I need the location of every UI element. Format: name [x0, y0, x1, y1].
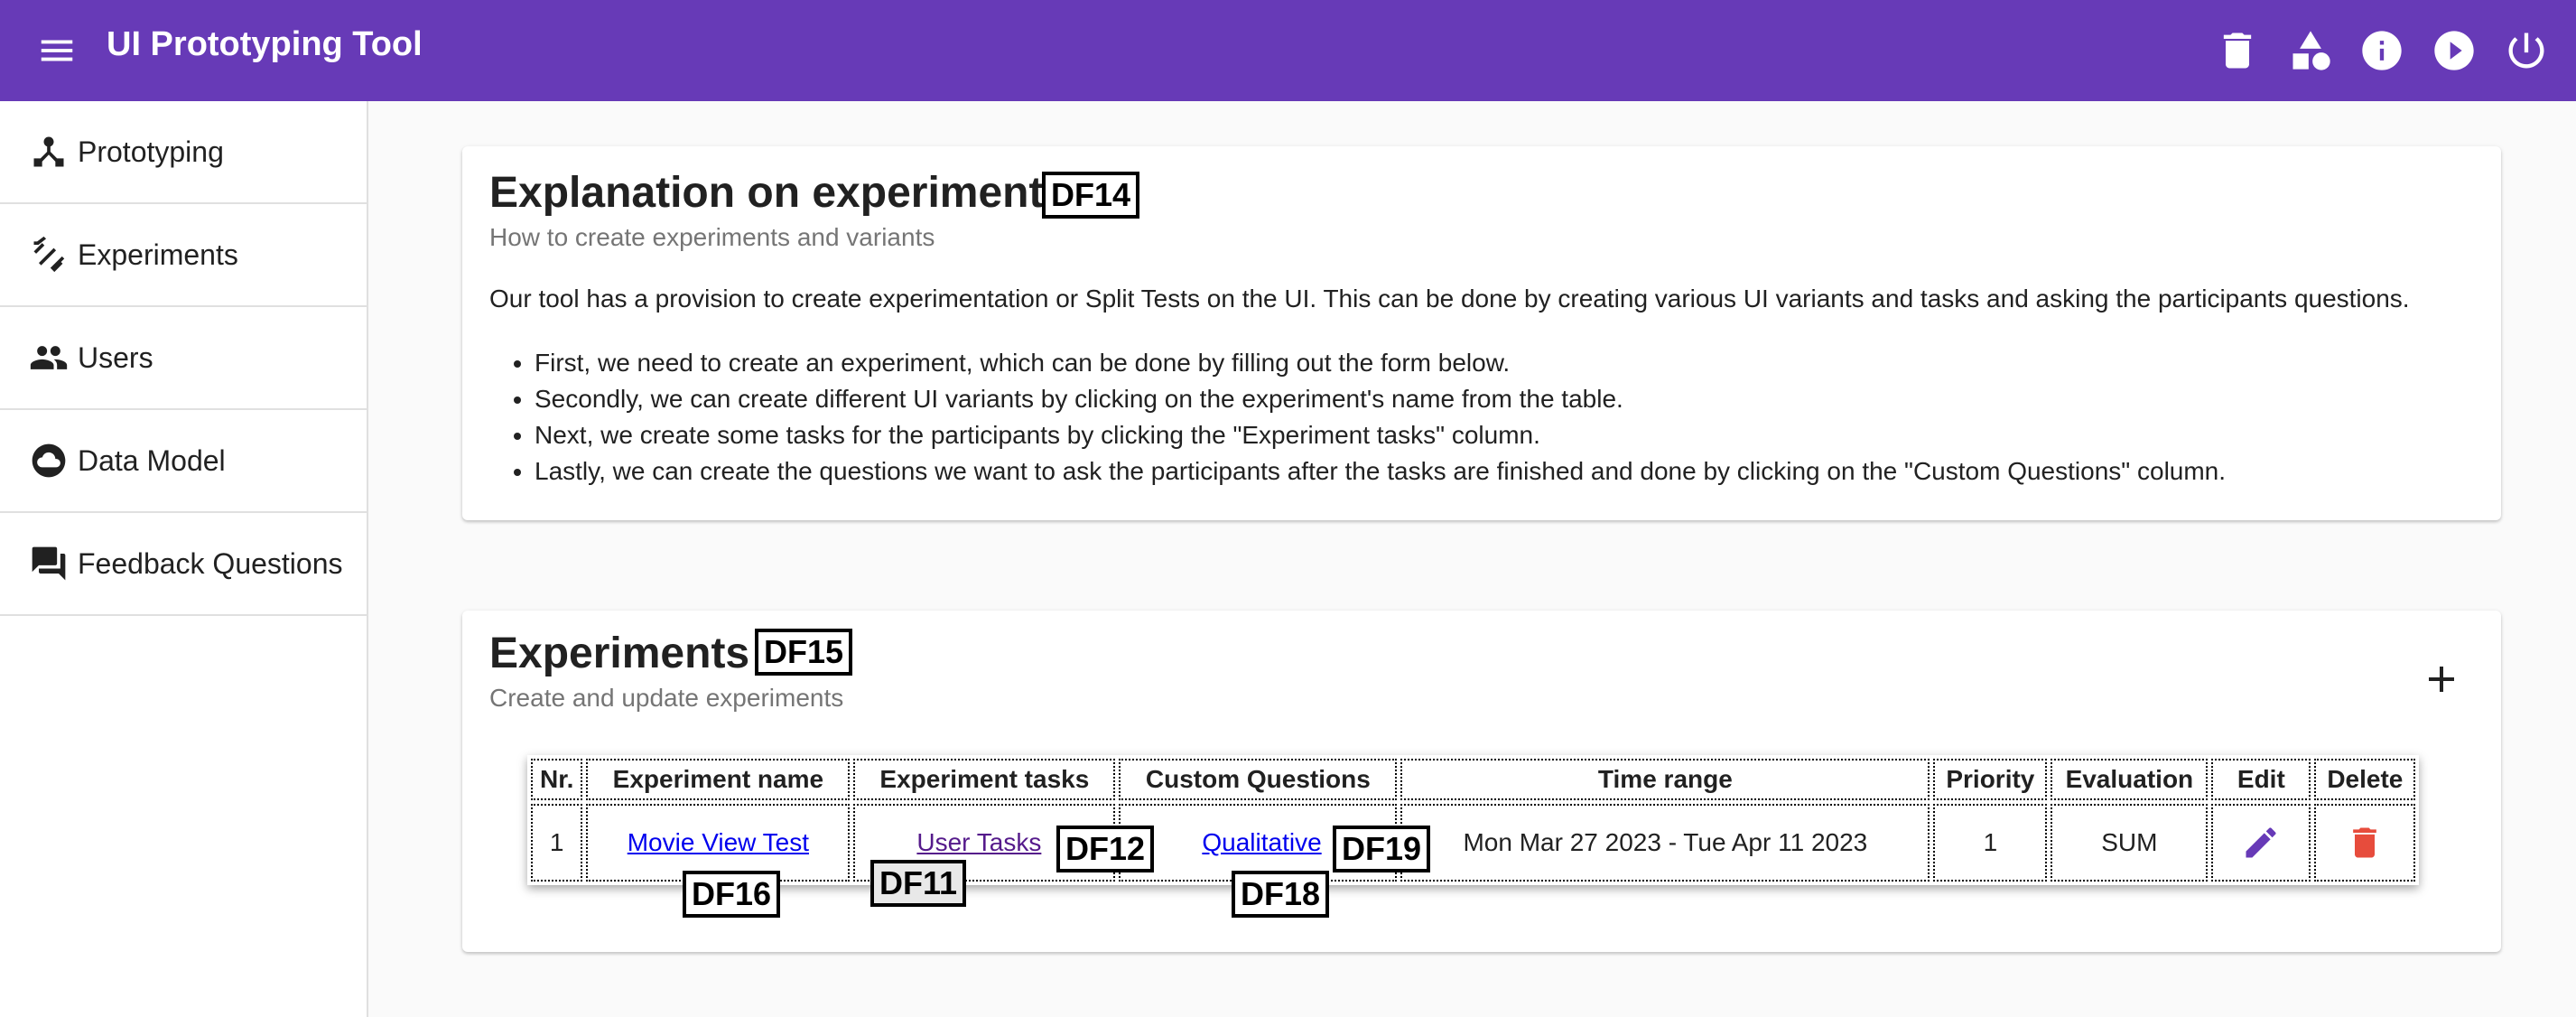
experiment-tasks-link[interactable]: User Tasks: [916, 828, 1041, 856]
explanation-card: Explanation on experiments DF14 How to c…: [462, 146, 2501, 520]
power-icon[interactable]: [2503, 27, 2550, 74]
sidebar-item-users[interactable]: Users: [0, 307, 367, 410]
sidebar-item-feedback-questions[interactable]: Feedback Questions: [0, 513, 367, 616]
play-icon[interactable]: [2431, 27, 2478, 74]
explanation-title: Explanation on experiments: [489, 169, 1068, 217]
sidebar-item-label: Feedback Questions: [78, 546, 343, 580]
cell-delete: [2314, 804, 2416, 882]
list-item: First, we need to create an experiment, …: [535, 345, 2226, 381]
explanation-subtitle: How to create experiments and variants: [489, 223, 935, 251]
column-header: Priority: [1933, 759, 2048, 800]
explanation-steps: First, we need to create an experiment, …: [489, 345, 2226, 490]
experiments-title: Experiments: [489, 630, 750, 677]
cell-time-range: Mon Mar 27 2023 - Tue Apr 11 2023: [1400, 804, 1930, 882]
sidebar-item-label: Experiments: [78, 238, 238, 271]
column-header: Custom Questions: [1119, 759, 1398, 800]
menu-icon[interactable]: [36, 30, 78, 71]
list-item: Lastly, we can create the questions we w…: [535, 453, 2226, 490]
cloud-icon: [29, 441, 69, 481]
column-header: Edit: [2211, 759, 2311, 800]
custom-questions-link[interactable]: Qualitative: [1202, 828, 1321, 856]
sidebar-item-data-model[interactable]: Data Model: [0, 410, 367, 513]
sidebar-item-prototyping[interactable]: Prototyping: [0, 101, 367, 204]
shapes-icon[interactable]: [2287, 27, 2334, 74]
experiments-subtitle: Create and update experiments: [489, 684, 844, 712]
app-toolbar: UI Prototyping Tool: [0, 0, 2576, 101]
explanation-intro: Our tool has a provision to create exper…: [489, 285, 2410, 313]
list-item: Next, we create some tasks for the parti…: [535, 417, 2226, 453]
custom-questions-tag-b: DF19: [1333, 826, 1431, 872]
experiment-tasks-tag-b: DF12: [1056, 826, 1155, 872]
experiments-tag: DF15: [755, 629, 853, 676]
column-header: Time range: [1400, 759, 1930, 800]
forum-icon: [29, 544, 69, 583]
sidebar-item-label: Data Model: [78, 443, 226, 477]
table-row: 1 Movie View Test User Tasks Qualitative…: [531, 804, 2416, 882]
column-header: Evaluation: [2051, 759, 2209, 800]
sidebar-item-label: Users: [78, 341, 153, 374]
cell-nr: 1: [531, 804, 583, 882]
cell-priority: 1: [1933, 804, 2048, 882]
cell-evaluation: SUM: [2051, 804, 2209, 882]
app-title: UI Prototyping Tool: [107, 25, 423, 63]
cell-edit: [2211, 804, 2311, 882]
experiment-name-link[interactable]: Movie View Test: [628, 828, 809, 856]
trash-icon[interactable]: [2214, 27, 2261, 74]
sidebar-item-experiments[interactable]: Experiments: [0, 204, 367, 307]
sidebar-item-label: Prototyping: [78, 135, 224, 168]
info-icon[interactable]: [2358, 27, 2405, 74]
sidebar: Prototyping Experiments Users Data Model…: [0, 101, 368, 1017]
delete-icon[interactable]: [2345, 823, 2385, 863]
experiments-card: Experiments DF15 Create and update exper…: [462, 611, 2501, 952]
column-header: Experiment name: [586, 759, 851, 800]
experiments-table: Nr. Experiment name Experiment tasks Cus…: [527, 755, 2420, 885]
column-header: Experiment tasks: [853, 759, 1116, 800]
table-header-row: Nr. Experiment name Experiment tasks Cus…: [531, 759, 2416, 800]
experiment-tasks-tag-a: DF11: [870, 860, 967, 907]
list-item: Secondly, we can create different UI var…: [535, 381, 2226, 417]
signal-icon: [29, 235, 69, 275]
custom-questions-tag-a: DF18: [1232, 871, 1330, 918]
explanation-tag: DF14: [1042, 172, 1140, 219]
edit-icon[interactable]: [2241, 823, 2281, 863]
add-experiment-button[interactable]: [2420, 658, 2463, 701]
column-header: Delete: [2314, 759, 2416, 800]
people-icon: [29, 338, 69, 378]
experiment-name-tag: DF16: [683, 871, 781, 918]
column-header: Nr.: [531, 759, 583, 800]
hub-icon: [29, 132, 69, 172]
